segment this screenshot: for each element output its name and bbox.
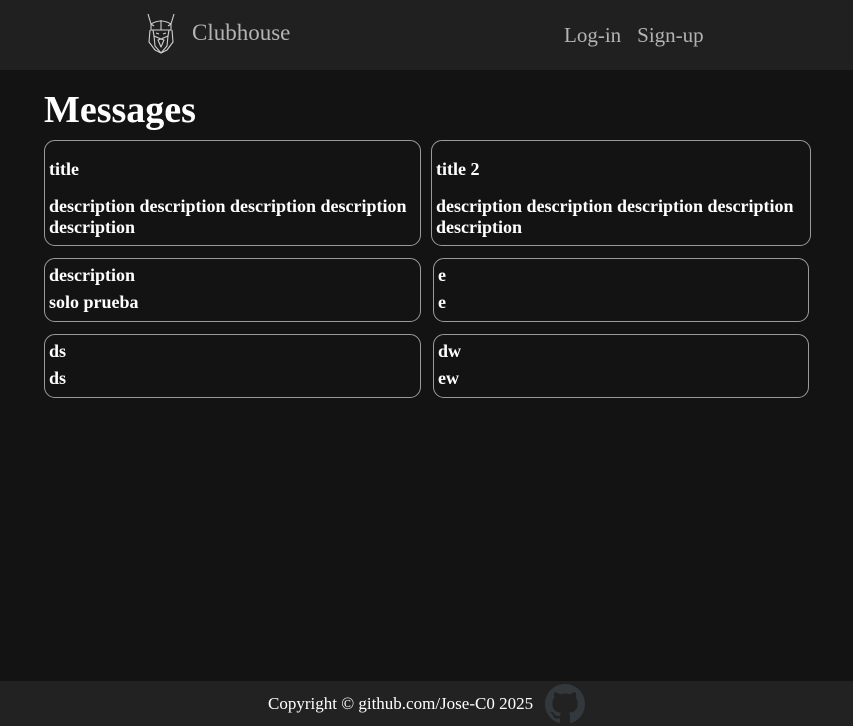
message-title: e [438, 265, 446, 285]
auth-nav: Log-in Sign-up [564, 20, 704, 50]
message-card: title description description descriptio… [44, 140, 421, 246]
message-title: title [49, 159, 79, 179]
message-card: dw ew [433, 334, 809, 398]
top-navbar: Clubhouse Log-in Sign-up [0, 0, 853, 70]
viking-head-icon [147, 13, 175, 54]
message-title: description [49, 265, 136, 285]
message-card: description solo prueba [44, 258, 421, 322]
message-card: e e [433, 258, 809, 322]
page-footer: Copyright © github.com/Jose-C0 2025 [0, 681, 853, 726]
message-description: ds [49, 368, 67, 388]
signup-link[interactable]: Sign-up [637, 20, 704, 50]
brand-link[interactable]: Clubhouse [144, 11, 290, 55]
message-description: e [438, 292, 446, 312]
message-title: dw [438, 341, 462, 361]
message-title: ds [49, 341, 67, 361]
login-link[interactable]: Log-in [564, 20, 621, 50]
message-title: title 2 [436, 159, 480, 179]
brand-name: Clubhouse [192, 20, 291, 45]
message-description: solo prueba [49, 292, 139, 312]
page-title: Messages [44, 89, 196, 131]
message-card: ds ds [44, 334, 421, 398]
github-icon[interactable] [545, 684, 585, 724]
message-card: title 2 description description descript… [431, 140, 811, 246]
message-description: description description description desc… [49, 196, 407, 237]
message-description: ew [438, 368, 459, 388]
message-description: description description description desc… [436, 196, 794, 237]
copyright-text: Copyright © github.com/Jose-C0 2025 [268, 694, 534, 713]
